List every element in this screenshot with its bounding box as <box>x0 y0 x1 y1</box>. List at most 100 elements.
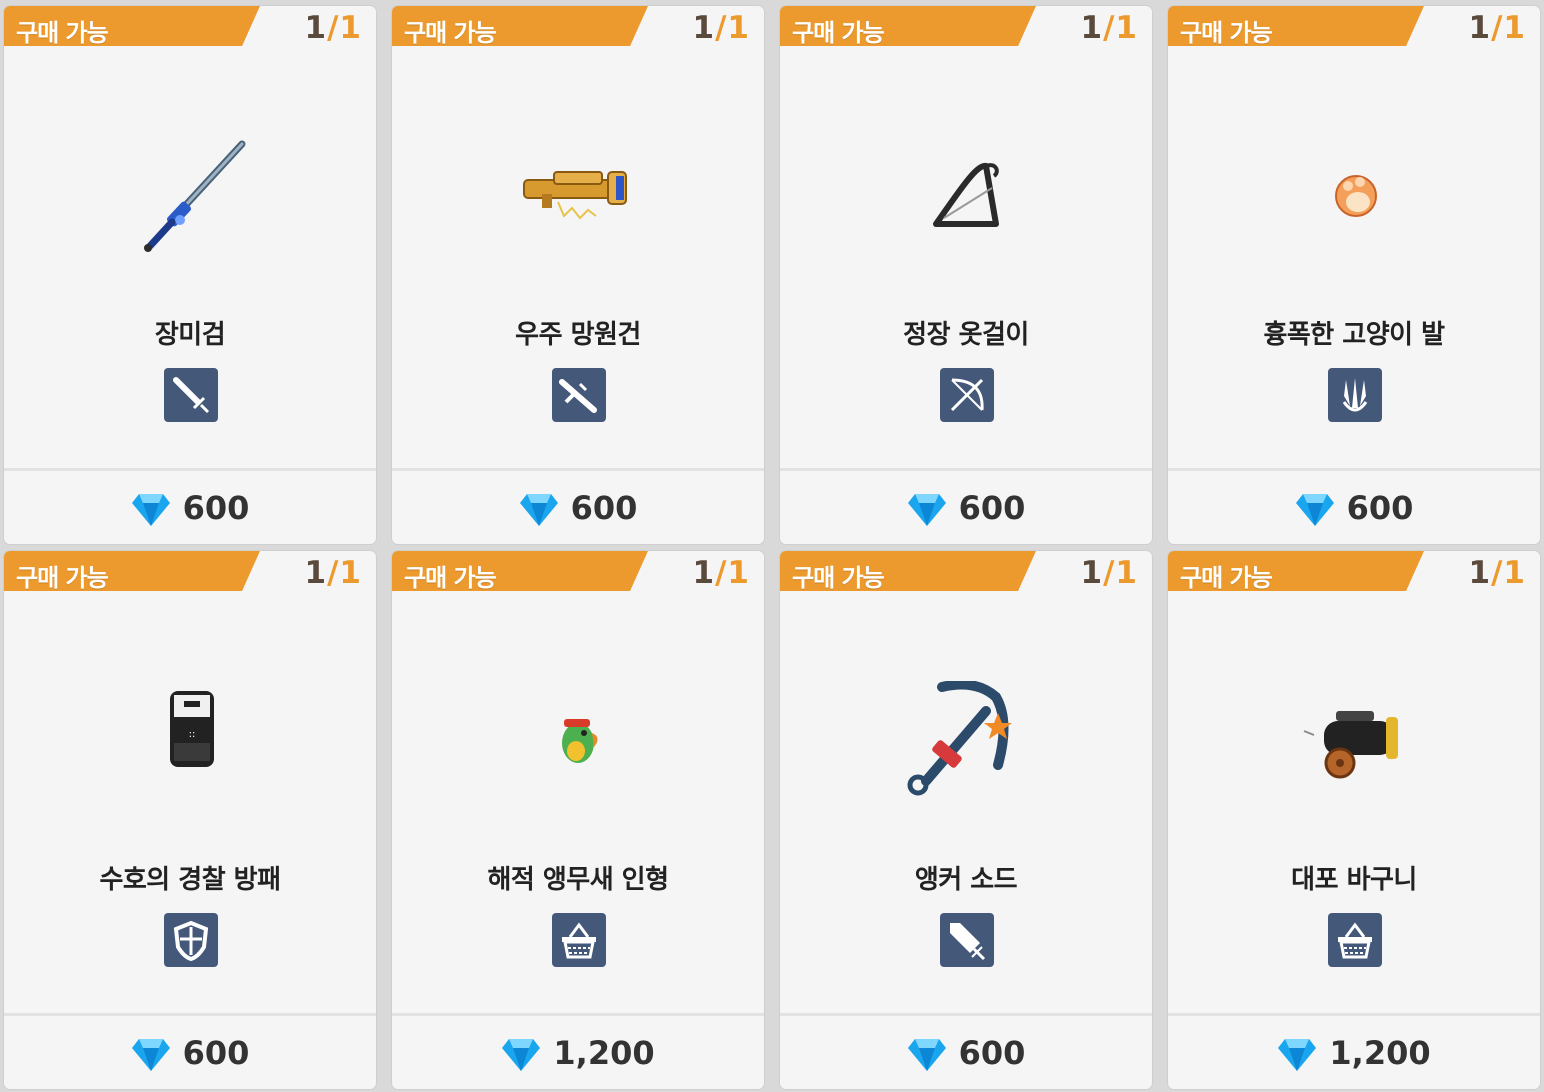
purchase-count: 1/1 <box>305 10 362 46</box>
price-value: 600 <box>182 1034 250 1072</box>
shield-type-icon <box>164 913 218 967</box>
shop-item-card[interactable]: 구매 가능 1/1 대포 바구니 1,200 <box>1168 551 1540 1089</box>
bow-type-icon <box>940 368 994 422</box>
blue-gem-icon <box>502 1039 541 1071</box>
count-current: 1 <box>1468 10 1492 46</box>
count-slash: / <box>1103 10 1116 46</box>
cannon-basket-icon <box>1303 711 1398 779</box>
shop-item-card[interactable]: 구매 가능 1/1 정장 옷걸이 600 <box>780 6 1152 544</box>
badge-label: 구매 가능 <box>1180 564 1273 592</box>
divider <box>780 1013 1152 1016</box>
count-max: 1 <box>1503 555 1526 591</box>
shop-item-card[interactable]: 구매 가능 1/1 우주 망원건 600 <box>392 6 764 544</box>
divider <box>392 468 764 471</box>
availability-badge: 구매 가능 <box>1168 6 1424 46</box>
count-max: 1 <box>339 555 362 591</box>
blue-gem-icon <box>1295 494 1334 526</box>
price-value: 1,200 <box>553 1034 655 1072</box>
space-telescope-gun-icon <box>523 171 627 220</box>
item-name: 수호의 경찰 방패 <box>99 865 281 895</box>
badge-label: 구매 가능 <box>404 564 497 592</box>
count-current: 1 <box>1468 555 1492 591</box>
count-slash: / <box>1491 10 1504 46</box>
count-max: 1 <box>339 10 362 46</box>
availability-badge: 구매 가능 <box>4 551 260 591</box>
item-name: 우주 망원건 <box>515 320 641 350</box>
anchor-sword-icon <box>907 681 1012 796</box>
price-row: 1,200 <box>1168 1017 1540 1089</box>
divider <box>4 1013 376 1016</box>
shop-grid: 구매 가능 1/1 장미검 600 구매 가능 1/1 우주 망원건 600 구… <box>0 0 1544 1092</box>
item-name: 정장 옷걸이 <box>903 320 1029 350</box>
divider <box>1168 468 1540 471</box>
shop-item-card[interactable]: 구매 가능 1/1 흉폭한 고양이 발 600 <box>1168 6 1540 544</box>
badge-label: 구매 가능 <box>16 564 109 592</box>
item-name: 해적 앵무새 인형 <box>487 865 669 895</box>
item-name: 대포 바구니 <box>1291 865 1417 895</box>
badge-label: 구매 가능 <box>792 19 885 47</box>
badge-label: 구매 가능 <box>792 564 885 592</box>
shop-item-card[interactable]: 구매 가능 1/1 :: 수호의 경찰 방패 600 <box>4 551 376 1089</box>
greatsword-type-icon <box>940 913 994 967</box>
availability-badge: 구매 가능 <box>1168 551 1424 591</box>
count-max: 1 <box>1115 555 1138 591</box>
count-current: 1 <box>1080 555 1104 591</box>
pirate-parrot-doll-icon <box>562 719 598 763</box>
divider <box>392 1013 764 1016</box>
availability-badge: 구매 가능 <box>780 6 1036 46</box>
count-max: 1 <box>727 555 750 591</box>
purchase-count: 1/1 <box>693 555 750 591</box>
count-current: 1 <box>1080 10 1104 46</box>
availability-badge: 구매 가능 <box>392 6 648 46</box>
count-current: 1 <box>304 555 328 591</box>
price-value: 600 <box>958 489 1026 527</box>
divider <box>1168 1013 1540 1016</box>
sword-type-icon <box>164 368 218 422</box>
blue-gem-icon <box>131 1039 170 1071</box>
rose-sword-icon <box>144 140 246 252</box>
availability-badge: 구매 가능 <box>392 551 648 591</box>
purchase-count: 1/1 <box>1081 555 1138 591</box>
purchase-count: 1/1 <box>305 555 362 591</box>
price-row: 600 <box>4 472 376 544</box>
gun-type-icon <box>552 368 606 422</box>
shop-item-card[interactable]: 구매 가능 1/1 앵커 소드 600 <box>780 551 1152 1089</box>
badge-label: 구매 가능 <box>404 19 497 47</box>
blue-gem-icon <box>907 494 946 526</box>
purchase-count: 1/1 <box>693 10 750 46</box>
item-name: 장미검 <box>154 320 226 350</box>
price-row: 600 <box>780 1017 1152 1089</box>
count-slash: / <box>1491 555 1504 591</box>
price-value: 1,200 <box>1329 1034 1431 1072</box>
count-current: 1 <box>304 10 328 46</box>
svg-text:::: :: <box>189 729 196 740</box>
item-name: 앵커 소드 <box>914 865 1018 895</box>
count-slash: / <box>715 555 728 591</box>
price-row: 600 <box>780 472 1152 544</box>
basket-type-icon <box>552 913 606 967</box>
price-value: 600 <box>182 489 250 527</box>
count-max: 1 <box>727 10 750 46</box>
price-row: 600 <box>1168 472 1540 544</box>
count-max: 1 <box>1503 10 1526 46</box>
count-slash: / <box>1103 555 1116 591</box>
purchase-count: 1/1 <box>1469 10 1526 46</box>
cat-paw-icon <box>1335 175 1377 217</box>
item-name: 흉폭한 고양이 발 <box>1263 320 1445 350</box>
claw-type-icon <box>1328 368 1382 422</box>
count-max: 1 <box>1115 10 1138 46</box>
blue-gem-icon <box>1278 1039 1317 1071</box>
badge-label: 구매 가능 <box>16 19 109 47</box>
count-slash: / <box>327 10 340 46</box>
price-row: 600 <box>4 1017 376 1089</box>
shop-item-card[interactable]: 구매 가능 1/1 해적 앵무새 인형 1,200 <box>392 551 764 1089</box>
divider <box>4 468 376 471</box>
blue-gem-icon <box>907 1039 946 1071</box>
price-value: 600 <box>1346 489 1414 527</box>
blue-gem-icon <box>131 494 170 526</box>
shop-item-card[interactable]: 구매 가능 1/1 장미검 600 <box>4 6 376 544</box>
availability-badge: 구매 가능 <box>780 551 1036 591</box>
divider <box>780 468 1152 471</box>
count-current: 1 <box>692 555 716 591</box>
purchase-count: 1/1 <box>1469 555 1526 591</box>
